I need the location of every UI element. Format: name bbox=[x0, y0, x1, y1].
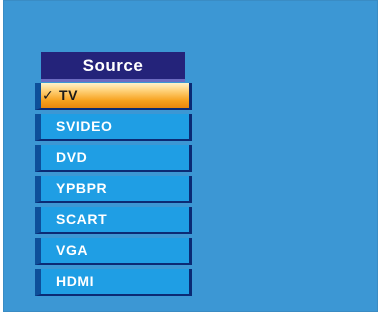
source-item-hdmi[interactable]: HDMI bbox=[35, 269, 192, 296]
source-menu: Source ✓ TV SVIDEO DVD YPBPR SCART VGA HD… bbox=[35, 52, 192, 296]
source-item-tv[interactable]: ✓ TV bbox=[35, 83, 192, 110]
source-item-label: TV bbox=[59, 87, 79, 103]
source-item-scart[interactable]: SCART bbox=[35, 207, 192, 234]
source-item-dvd[interactable]: DVD bbox=[35, 145, 192, 172]
source-item-ypbpr[interactable]: YPBPR bbox=[35, 176, 192, 203]
source-item-label: YPBPR bbox=[56, 180, 108, 196]
source-list: ✓ TV SVIDEO DVD YPBPR SCART VGA HDMI bbox=[35, 83, 192, 296]
tv-screen: Source ✓ TV SVIDEO DVD YPBPR SCART VGA HD… bbox=[3, 0, 378, 312]
source-item-label: DVD bbox=[56, 149, 88, 165]
source-item-label: HDMI bbox=[56, 273, 95, 289]
source-item-vga[interactable]: VGA bbox=[35, 238, 192, 265]
checkmark-icon: ✓ bbox=[42, 87, 55, 103]
menu-title: Source bbox=[41, 52, 185, 82]
source-item-svideo[interactable]: SVIDEO bbox=[35, 114, 192, 141]
source-item-label: SCART bbox=[56, 211, 108, 227]
source-item-label: VGA bbox=[56, 242, 89, 258]
source-item-label: SVIDEO bbox=[56, 118, 113, 134]
